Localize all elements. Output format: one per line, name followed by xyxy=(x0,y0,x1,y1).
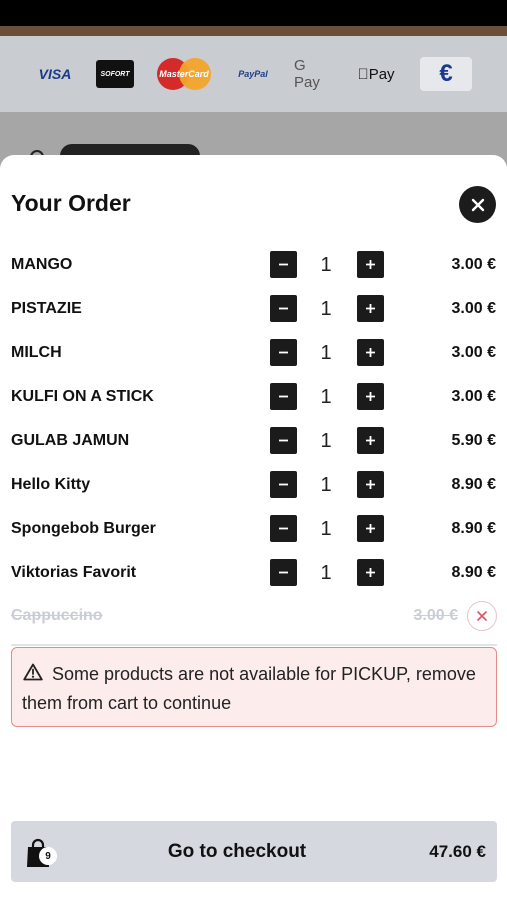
close-icon xyxy=(477,611,487,621)
item-name: Hello Kitty xyxy=(11,476,91,493)
plus-icon xyxy=(366,480,375,489)
close-icon xyxy=(471,198,484,211)
status-bar xyxy=(0,0,507,26)
unavailable-cart-item: Cappuccino 3.00 € xyxy=(0,601,507,631)
item-price: 8.90 € xyxy=(451,476,496,493)
decrease-quantity-button[interactable] xyxy=(270,471,297,498)
item-name: GULAB JAMUN xyxy=(11,432,130,449)
increase-quantity-button[interactable] xyxy=(357,339,384,366)
unavailable-item-price: 3.00 € xyxy=(413,607,458,624)
decrease-quantity-button[interactable] xyxy=(270,427,297,454)
item-price: 3.00 € xyxy=(451,300,496,317)
item-quantity: 1 xyxy=(320,342,332,364)
minus-icon xyxy=(279,439,288,442)
item-quantity: 1 xyxy=(320,518,332,540)
cart-item: Hello Kitty 1 8.90 € xyxy=(0,470,507,500)
decrease-quantity-button[interactable] xyxy=(270,339,297,366)
increase-quantity-button[interactable] xyxy=(357,295,384,322)
cart-item: Spongebob Burger 1 8.90 € xyxy=(0,514,507,544)
cart-item: PISTAZIE 1 3.00 € xyxy=(0,294,507,324)
minus-icon xyxy=(279,351,288,354)
decrease-quantity-button[interactable] xyxy=(270,295,297,322)
item-name: Spongebob Burger xyxy=(11,520,156,537)
checkout-button[interactable]: 9 Go to checkout 47.60 € xyxy=(11,821,497,882)
increase-quantity-button[interactable] xyxy=(357,515,384,542)
decrease-quantity-button[interactable] xyxy=(270,251,297,278)
decrease-quantity-button[interactable] xyxy=(270,515,297,542)
item-quantity: 1 xyxy=(320,254,332,276)
item-price: 8.90 € xyxy=(451,520,496,537)
minus-icon xyxy=(279,571,288,574)
item-name: KULFI ON A STICK xyxy=(11,388,154,405)
header-image xyxy=(0,26,507,36)
increase-quantity-button[interactable] xyxy=(357,559,384,586)
close-button[interactable] xyxy=(459,186,496,223)
cart-item: GULAB JAMUN 1 5.90 € xyxy=(0,426,507,456)
plus-icon xyxy=(366,436,375,445)
item-name: MANGO xyxy=(11,256,73,273)
unavailable-item-name: Cappuccino xyxy=(11,607,103,624)
item-price: 3.00 € xyxy=(451,388,496,405)
divider xyxy=(11,644,497,646)
plus-icon xyxy=(366,260,375,269)
warning-message: Some products are not available for PICK… xyxy=(22,664,476,713)
warning-icon xyxy=(23,663,43,681)
remove-item-button[interactable] xyxy=(467,601,497,631)
minus-icon xyxy=(279,307,288,310)
decrease-quantity-button[interactable] xyxy=(270,559,297,586)
item-price: 3.00 € xyxy=(451,344,496,361)
item-name: Viktorias Favorit xyxy=(11,564,137,581)
apple-icon:  xyxy=(357,66,368,83)
plus-icon xyxy=(366,392,375,401)
item-price: 3.00 € xyxy=(451,256,496,273)
order-title: Your Order xyxy=(11,190,131,216)
google-pay-logo: G Pay xyxy=(294,57,320,91)
visa-logo: VISA xyxy=(38,66,72,82)
increase-quantity-button[interactable] xyxy=(357,471,384,498)
paypal-logo: PayPal xyxy=(238,69,268,79)
cart-item: MILCH 1 3.00 € xyxy=(0,338,507,368)
plus-icon xyxy=(366,524,375,533)
euro-payment-logo: € xyxy=(420,57,472,91)
sofort-logo: SOFORT xyxy=(96,60,134,88)
item-quantity: 1 xyxy=(320,430,332,452)
minus-icon xyxy=(279,395,288,398)
item-price: 5.90 € xyxy=(451,432,496,449)
item-quantity: 1 xyxy=(320,386,332,408)
checkout-total: 47.60 € xyxy=(429,842,486,861)
plus-icon xyxy=(366,348,375,357)
item-name: PISTAZIE xyxy=(11,300,82,317)
cart-item: Viktorias Favorit 1 8.90 € xyxy=(0,558,507,588)
cart-item: KULFI ON A STICK 1 3.00 € xyxy=(0,382,507,412)
item-quantity: 1 xyxy=(320,474,332,496)
checkout-label: Go to checkout xyxy=(167,841,307,862)
increase-quantity-button[interactable] xyxy=(357,427,384,454)
minus-icon xyxy=(279,263,288,266)
increase-quantity-button[interactable] xyxy=(357,383,384,410)
increase-quantity-button[interactable] xyxy=(357,251,384,278)
availability-warning: Some products are not available for PICK… xyxy=(11,647,497,727)
cart-item: MANGO 1 3.00 € xyxy=(0,250,507,280)
item-quantity: 1 xyxy=(320,562,332,584)
plus-icon xyxy=(366,568,375,577)
minus-icon xyxy=(279,527,288,530)
item-price: 8.90 € xyxy=(451,564,496,581)
decrease-quantity-button[interactable] xyxy=(270,383,297,410)
minus-icon xyxy=(279,483,288,486)
mastercard-logo: MasterCard xyxy=(157,58,211,90)
item-name: MILCH xyxy=(11,344,62,361)
item-quantity: 1 xyxy=(320,298,332,320)
apple-pay-logo: Pay xyxy=(355,58,397,90)
plus-icon xyxy=(366,304,375,313)
